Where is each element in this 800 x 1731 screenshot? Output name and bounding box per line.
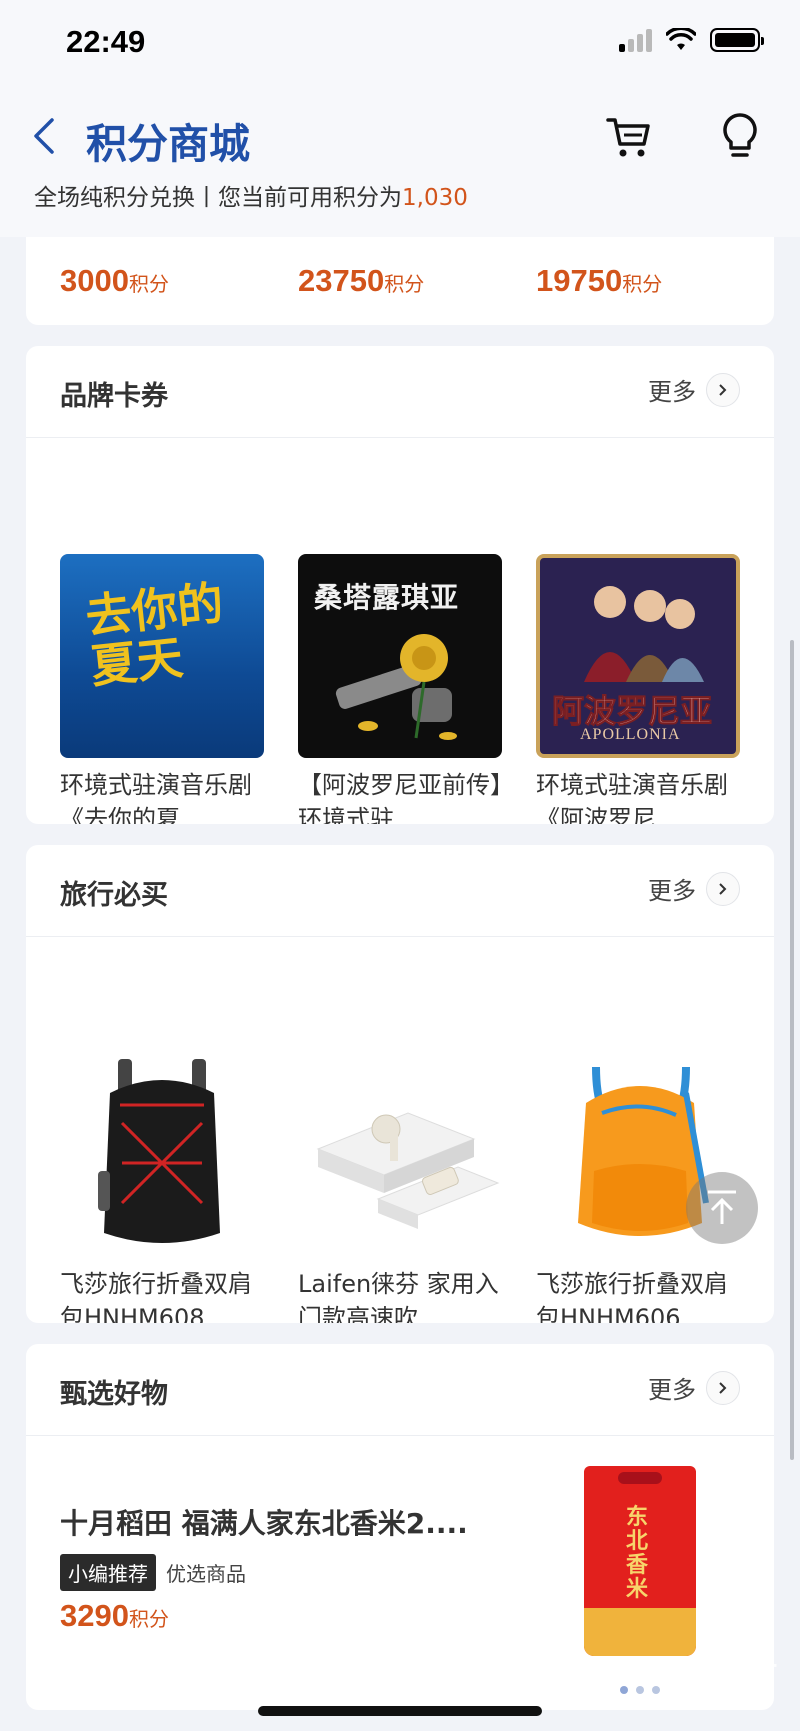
section-title: 旅行必买 xyxy=(60,880,168,911)
signal-icon xyxy=(619,28,652,52)
points-summary: 全场纯积分兑换丨您当前可用积分为1,030 xyxy=(34,178,468,212)
editor-pick-badge: 小编推荐 xyxy=(60,1554,156,1591)
product-price: 19750积分 xyxy=(536,263,663,298)
product-card[interactable]: 19750积分 xyxy=(536,255,740,299)
product-name: 飞莎旅行折叠双肩包HNHM606 xyxy=(536,1270,728,1323)
wifi-icon xyxy=(666,28,696,50)
chevron-right-icon xyxy=(706,871,740,906)
section-title: 品牌卡券 xyxy=(60,381,168,412)
section-header: 甄选好物 更多 xyxy=(26,1344,774,1436)
more-button[interactable]: 更多 xyxy=(648,871,740,906)
product-card[interactable]: 阿波罗尼亚 APOLLONIA 环境式驻演音乐剧《阿波罗尼… 34200积分 xyxy=(536,554,740,824)
product-name: 【阿波罗尼亚前传】环境式驻… xyxy=(298,771,502,824)
product-price: 3000积分 xyxy=(60,263,169,298)
lightbulb-icon[interactable] xyxy=(718,112,762,160)
page-title: 积分商城 xyxy=(86,120,250,168)
more-button[interactable]: 更多 xyxy=(648,1370,740,1405)
product-tag: 优选商品 xyxy=(166,1562,246,1586)
battery-icon xyxy=(710,28,764,52)
section-header: 旅行必买 更多 xyxy=(26,845,774,937)
product-card[interactable]: 去你的夏天 环境式驻演音乐剧《去你的夏… 35900积分 xyxy=(60,554,264,824)
section-selected-goods: 甄选好物 更多 十月稻田 福满人家东北香米2.... 小编推荐 优选商品 329… xyxy=(26,1344,774,1710)
product-price: 23750积分 xyxy=(298,263,425,298)
cart-icon[interactable] xyxy=(606,114,652,160)
back-arrow-icon[interactable] xyxy=(28,116,62,156)
home-indicator[interactable] xyxy=(258,1706,542,1716)
rice-bag-image: 东北香米 xyxy=(584,1466,696,1656)
arrow-up-icon xyxy=(708,1190,736,1224)
header: 22:49 积分商城 全场纯积分兑换丨您当前可用积分为1,030 xyxy=(0,0,800,237)
watermark-logo: FLYERT xyxy=(668,1658,779,1688)
status-bar: 22:49 xyxy=(0,0,800,88)
section-header: 品牌卡券 更多 xyxy=(26,346,774,438)
product-card[interactable]: 3000积分 xyxy=(60,255,264,299)
product-card[interactable]: 桑塔露琪亚 【阿波罗尼亚前传】环境式驻… 35900积分 xyxy=(298,554,502,824)
product-card[interactable]: Laifen徕芬 家用入门款高速吹… 29900积分 xyxy=(298,1053,502,1323)
status-icons xyxy=(619,28,764,52)
musical-poster-image: 桑塔露琪亚 xyxy=(298,554,502,758)
musical-poster-image: 阿波罗尼亚 APOLLONIA xyxy=(536,554,740,758)
navbar: 积分商城 xyxy=(0,100,800,180)
chevron-right-icon xyxy=(706,372,740,407)
product-price: 3290积分 xyxy=(60,1598,169,1633)
section-title: 甄选好物 xyxy=(60,1379,168,1410)
status-time: 22:49 xyxy=(66,24,146,59)
product-name: Laifen徕芬 家用入门款高速吹… xyxy=(298,1270,499,1323)
points-summary-text: 全场纯积分兑换丨您当前可用积分为 xyxy=(34,185,402,211)
musical-poster-image: 去你的夏天 xyxy=(60,554,264,758)
product-name: 十月稻田 福满人家东北香米2.... xyxy=(60,1507,468,1540)
product-card[interactable]: 飞莎旅行折叠双肩包HNHM608 2900积分 xyxy=(60,1053,264,1323)
available-points: 1,030 xyxy=(402,185,468,211)
chevron-right-icon xyxy=(706,1370,740,1405)
more-button[interactable]: 更多 xyxy=(648,372,740,407)
section-brand-vouchers: 品牌卡券 更多 去你的夏天 环境式驻演音乐剧《去你的夏… 35900积分 桑塔露… xyxy=(26,346,774,824)
product-card[interactable]: 23750积分 xyxy=(298,255,502,299)
scrollbar[interactable] xyxy=(790,640,794,1460)
carousel-dots xyxy=(620,1686,660,1694)
black-backpack-image xyxy=(60,1053,264,1257)
product-tags: 小编推荐 优选商品 xyxy=(60,1554,246,1591)
hair-dryer-box-image xyxy=(298,1053,502,1257)
section-travel-essentials: 旅行必买 更多 飞莎旅行折叠双肩包HNHM608 2900积分 xyxy=(26,845,774,1323)
product-name: 环境式驻演音乐剧《阿波罗尼… xyxy=(536,771,728,824)
featured-product[interactable]: 十月稻田 福满人家东北香米2.... 小编推荐 优选商品 3290积分 东北香米 xyxy=(26,1436,774,1710)
product-name: 飞莎旅行折叠双肩包HNHM608 xyxy=(60,1270,252,1323)
back-to-top-button[interactable] xyxy=(686,1172,758,1244)
product-name: 环境式驻演音乐剧《去你的夏… xyxy=(60,771,252,824)
